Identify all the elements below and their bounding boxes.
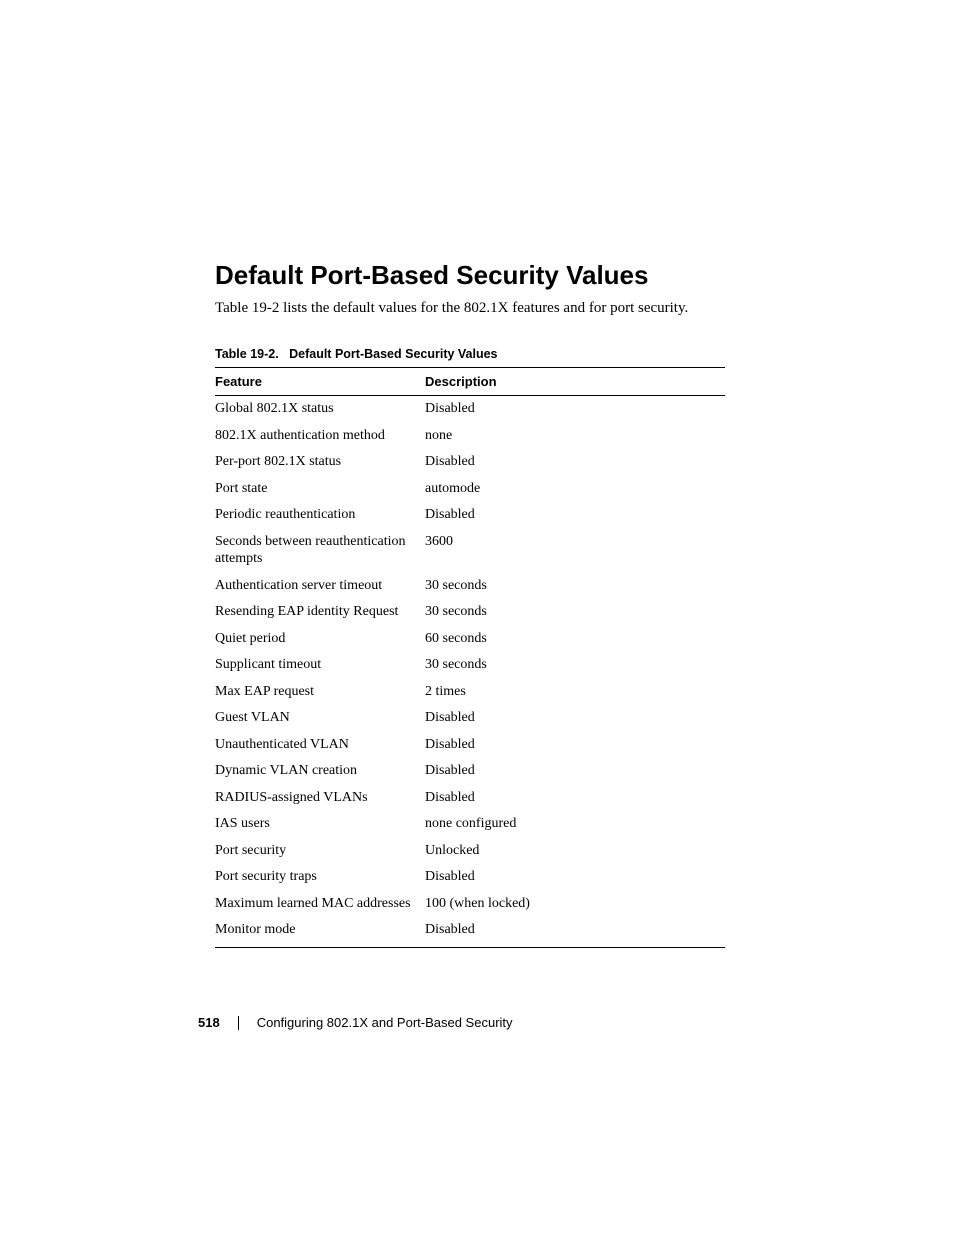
table-row: Port stateautomode: [215, 475, 725, 502]
cell-feature: Maximum learned MAC addresses: [215, 890, 425, 917]
table-row: Global 802.1X statusDisabled: [215, 395, 725, 422]
table-row: Port securityUnlocked: [215, 837, 725, 864]
cell-description: Disabled: [425, 784, 725, 811]
cell-feature: Port security: [215, 837, 425, 864]
cell-feature: Max EAP request: [215, 678, 425, 705]
cell-feature: Guest VLAN: [215, 705, 425, 732]
cell-feature: Periodic reauthentication: [215, 502, 425, 529]
table-row: Dynamic VLAN creationDisabled: [215, 758, 725, 785]
cell-feature: Port security traps: [215, 864, 425, 891]
cell-feature: IAS users: [215, 811, 425, 838]
cell-feature: Per-port 802.1X status: [215, 449, 425, 476]
cell-description: 2 times: [425, 678, 725, 705]
cell-feature: Supplicant timeout: [215, 652, 425, 679]
table-row: Resending EAP identity Request30 seconds: [215, 599, 725, 626]
cell-description: Disabled: [425, 395, 725, 422]
cell-description: Disabled: [425, 449, 725, 476]
table-row: Maximum learned MAC addresses100 (when l…: [215, 890, 725, 917]
cell-feature: Authentication server timeout: [215, 572, 425, 599]
chapter-title: Configuring 802.1X and Port-Based Securi…: [257, 1015, 513, 1030]
cell-description: 30 seconds: [425, 652, 725, 679]
table-row: Unauthenticated VLANDisabled: [215, 731, 725, 758]
security-values-table: Feature Description Global 802.1X status…: [215, 367, 725, 948]
table-row: Per-port 802.1X statusDisabled: [215, 449, 725, 476]
table-caption-prefix: Table 19-2.: [215, 347, 279, 361]
table-caption: Table 19-2. Default Port-Based Security …: [215, 347, 739, 361]
intro-paragraph: Table 19-2 lists the default values for …: [215, 299, 739, 319]
cell-description: 30 seconds: [425, 599, 725, 626]
page-number: 518: [198, 1015, 220, 1030]
footer-divider: [238, 1016, 239, 1030]
table-row: Supplicant timeout30 seconds: [215, 652, 725, 679]
cell-description: Disabled: [425, 917, 725, 948]
table-row: Authentication server timeout30 seconds: [215, 572, 725, 599]
cell-description: Disabled: [425, 502, 725, 529]
table-row: RADIUS-assigned VLANsDisabled: [215, 784, 725, 811]
table-header-row: Feature Description: [215, 367, 725, 395]
table-caption-title: Default Port-Based Security Values: [289, 347, 497, 361]
cell-description: 60 seconds: [425, 625, 725, 652]
page: Default Port-Based Security Values Table…: [0, 0, 954, 1235]
table-row: 802.1X authentication methodnone: [215, 422, 725, 449]
cell-feature: Unauthenticated VLAN: [215, 731, 425, 758]
column-header-description: Description: [425, 367, 725, 395]
cell-description: Disabled: [425, 758, 725, 785]
cell-feature: Port state: [215, 475, 425, 502]
page-footer: 518 Configuring 802.1X and Port-Based Se…: [198, 1015, 513, 1030]
cell-feature: Global 802.1X status: [215, 395, 425, 422]
table-row: Guest VLANDisabled: [215, 705, 725, 732]
cell-feature: Dynamic VLAN creation: [215, 758, 425, 785]
table-row: Port security trapsDisabled: [215, 864, 725, 891]
cell-description: 3600: [425, 528, 725, 572]
cell-description: none: [425, 422, 725, 449]
cell-description: Disabled: [425, 864, 725, 891]
column-header-feature: Feature: [215, 367, 425, 395]
table-row: IAS usersnone configured: [215, 811, 725, 838]
cell-feature: Monitor mode: [215, 917, 425, 948]
cell-description: Disabled: [425, 705, 725, 732]
cell-feature: Seconds between reauthentication attempt…: [215, 528, 425, 572]
table-row: Max EAP request2 times: [215, 678, 725, 705]
section-heading: Default Port-Based Security Values: [215, 260, 739, 291]
cell-feature: RADIUS-assigned VLANs: [215, 784, 425, 811]
cell-feature: Resending EAP identity Request: [215, 599, 425, 626]
table-row: Quiet period60 seconds: [215, 625, 725, 652]
cell-feature: Quiet period: [215, 625, 425, 652]
cell-description: 30 seconds: [425, 572, 725, 599]
cell-description: 100 (when locked): [425, 890, 725, 917]
cell-description: Disabled: [425, 731, 725, 758]
cell-description: none configured: [425, 811, 725, 838]
table-row: Seconds between reauthentication attempt…: [215, 528, 725, 572]
cell-description: automode: [425, 475, 725, 502]
table-row: Monitor modeDisabled: [215, 917, 725, 948]
table-row: Periodic reauthenticationDisabled: [215, 502, 725, 529]
cell-description: Unlocked: [425, 837, 725, 864]
cell-feature: 802.1X authentication method: [215, 422, 425, 449]
